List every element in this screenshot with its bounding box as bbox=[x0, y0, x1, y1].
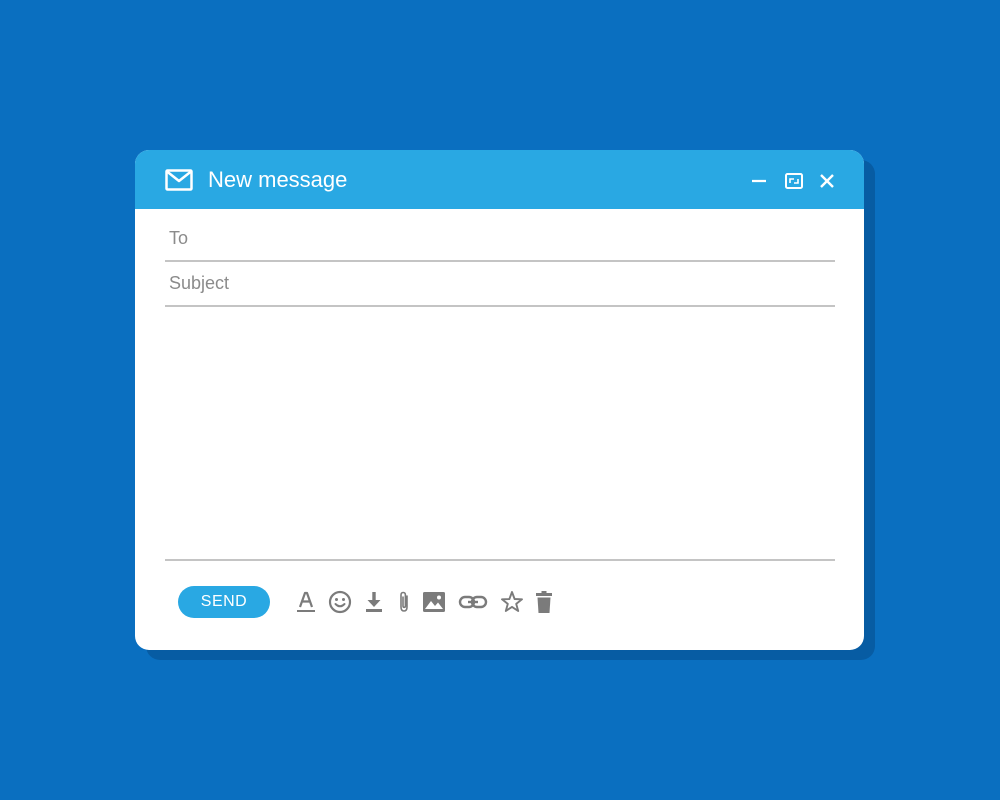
trash-icon[interactable] bbox=[532, 590, 556, 614]
download-icon[interactable] bbox=[362, 590, 386, 614]
to-field-row bbox=[165, 216, 835, 262]
window-title: New message bbox=[208, 167, 348, 192]
envelope-icon bbox=[165, 169, 193, 191]
text-format-icon[interactable] bbox=[294, 590, 318, 614]
to-input[interactable] bbox=[165, 216, 835, 260]
send-button[interactable]: SEND bbox=[178, 586, 270, 618]
image-icon[interactable] bbox=[422, 590, 446, 614]
minimize-icon[interactable] bbox=[748, 170, 770, 192]
compose-window: New message SEND bbox=[135, 150, 864, 650]
attachment-icon[interactable] bbox=[392, 590, 416, 614]
emoji-icon[interactable] bbox=[328, 590, 352, 614]
maximize-icon[interactable] bbox=[783, 170, 805, 192]
body-divider bbox=[165, 559, 835, 561]
close-icon[interactable] bbox=[816, 170, 838, 192]
star-icon[interactable] bbox=[500, 590, 524, 614]
link-icon[interactable] bbox=[458, 590, 488, 614]
subject-field-row bbox=[165, 261, 835, 307]
title-bar: New message bbox=[135, 150, 864, 209]
message-body-input[interactable] bbox=[165, 308, 835, 558]
subject-input[interactable] bbox=[165, 261, 835, 305]
